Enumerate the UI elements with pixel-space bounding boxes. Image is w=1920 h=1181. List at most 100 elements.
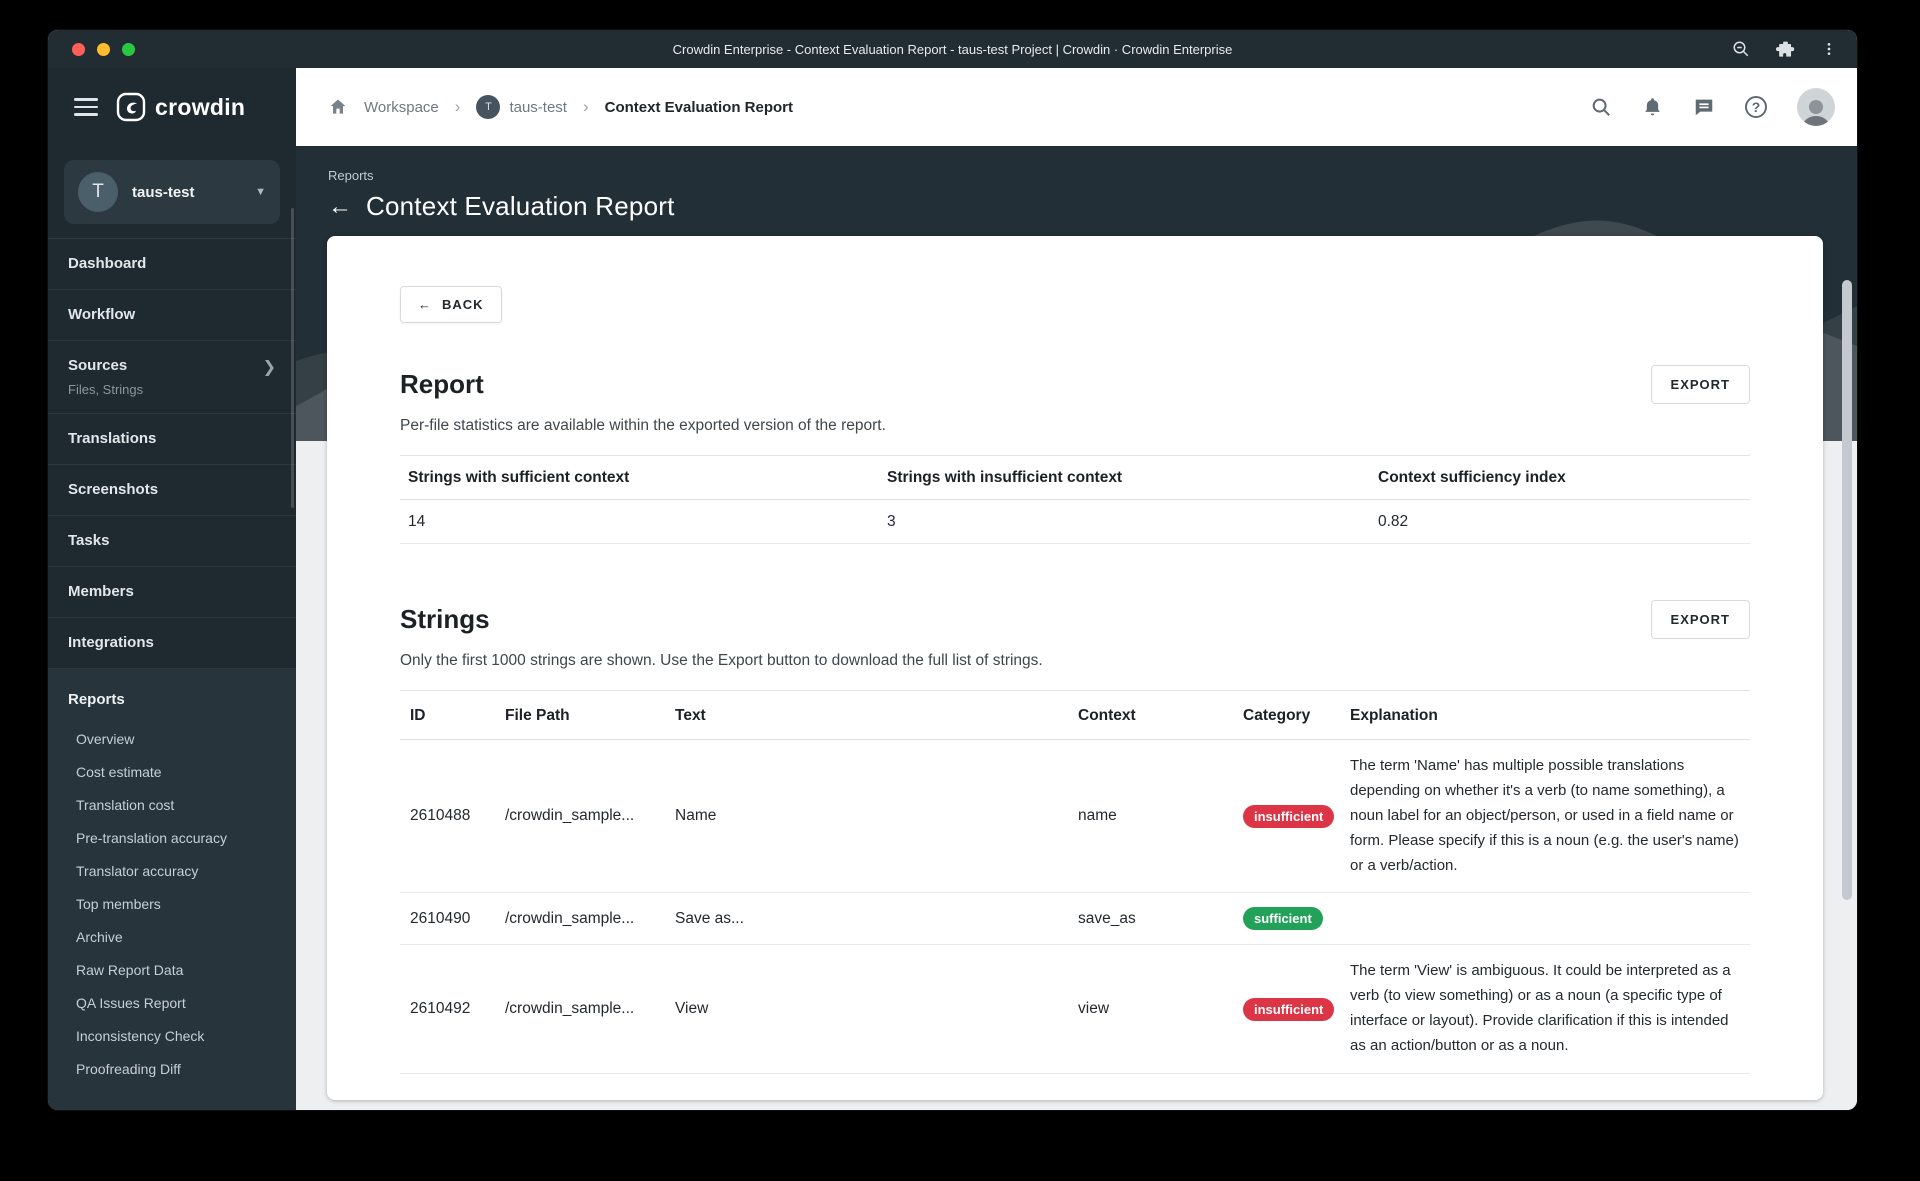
sidebar-item-top-members[interactable]: Top members (48, 887, 296, 920)
app-header: Workspace › T taus-test › Context Evalua… (296, 68, 1857, 146)
sidebar-item-cost-estimate[interactable]: Cost estimate (48, 755, 296, 788)
messages-icon[interactable] (1693, 96, 1715, 118)
stats-col-sufficient: Strings with sufficient context (408, 468, 630, 486)
sidebar-item-translator-accuracy[interactable]: Translator accuracy (48, 854, 296, 887)
report-export-button[interactable]: EXPORT (1650, 365, 1750, 404)
cell-file-path: /crowdin_sample... (505, 1000, 635, 1018)
sidebar-item-inconsistency-check[interactable]: Inconsistency Check (48, 1019, 296, 1052)
close-window-button[interactable] (72, 42, 85, 56)
category-badge: insufficient (1243, 804, 1335, 828)
sidebar-item-pre-translation-accuracy[interactable]: Pre-translation accuracy (48, 821, 296, 854)
sidebar-item-overview[interactable]: Overview (48, 722, 296, 755)
browser-tab-title: Crowdin Enterprise - Context Evaluation … (672, 41, 1233, 57)
sidebar-item-sources[interactable]: Sources ❯ Files, Strings (48, 341, 296, 414)
sidebar-item-archive[interactable]: Archive (48, 920, 296, 953)
category-badge: sufficient (1243, 907, 1323, 931)
sidebar-scrollbar[interactable] (291, 208, 294, 508)
col-file-path: File Path (505, 707, 570, 724)
stats-table-row: 14 3 0.82 (400, 500, 1750, 544)
stat-index-value: 0.82 (1378, 512, 1409, 530)
crowdin-logo-icon (116, 92, 146, 122)
cell-id: 2610492 (410, 1000, 471, 1018)
cell-explanation: The term 'Name' has multiple possible tr… (1350, 757, 1739, 874)
sidebar-item-members[interactable]: Members (48, 567, 296, 618)
sidebar-item-translation-cost[interactable]: Translation cost (48, 788, 296, 821)
sidebar-item-workflow[interactable]: Workflow (48, 290, 296, 341)
zoom-out-icon[interactable] (1732, 40, 1750, 58)
back-arrow-icon: ← (418, 297, 432, 312)
cell-file-path: /crowdin_sample... (505, 909, 635, 927)
sidebar-item-raw-report-data[interactable]: Raw Report Data (48, 953, 296, 986)
col-id: ID (410, 707, 426, 724)
crowdin-logo[interactable]: crowdin (116, 92, 245, 122)
cell-id: 2610490 (410, 909, 471, 927)
table-row: 2610488 /crowdin_sample... Name name ins… (400, 740, 1750, 894)
sidebar-item-translations[interactable]: Translations (48, 414, 296, 465)
menu-icon[interactable] (74, 98, 98, 116)
sidebar-section-reports: Reports Overview Cost estimate Translati… (48, 669, 296, 1110)
cell-file-path: /crowdin_sample... (505, 807, 635, 825)
browser-window: Crowdin Enterprise - Context Evaluation … (48, 30, 1857, 1110)
breadcrumb-workspace[interactable]: Workspace (364, 99, 439, 116)
chevron-right-icon: ❯ (262, 359, 276, 376)
breadcrumb-project-label: taus-test (509, 98, 567, 116)
cell-context: view (1078, 1000, 1110, 1018)
cell-explanation: The term 'View' is ambiguous. It could b… (1350, 962, 1731, 1055)
cell-id: 2610488 (410, 807, 471, 825)
extensions-icon[interactable] (1776, 40, 1795, 59)
chevron-down-icon: ▼ (255, 186, 266, 198)
window-controls[interactable] (48, 42, 135, 56)
breadcrumb-project[interactable]: T taus-test (476, 95, 567, 119)
sidebar-item-screenshots[interactable]: Screenshots (48, 465, 296, 516)
home-icon[interactable] (328, 97, 348, 117)
table-row: 2610492 /crowdin_sample... View view ins… (400, 945, 1750, 1075)
sidebar: crowdin T taus-test ▼ Dashboard Workflow… (48, 68, 296, 1110)
table-row: 2610490 /crowdin_sample... Save as... sa… (400, 893, 1750, 946)
col-context: Context (1078, 707, 1136, 724)
crowdin-logo-text: crowdin (155, 93, 246, 120)
sidebar-item-qa-issues-report[interactable]: QA Issues Report (48, 986, 296, 1019)
report-section-title: Report (400, 369, 484, 399)
cell-text: View (675, 1000, 709, 1018)
category-badge: insufficient (1243, 997, 1335, 1021)
cell-context: save_as (1078, 909, 1136, 927)
stat-insufficient-value: 3 (887, 512, 896, 530)
col-category: Category (1243, 707, 1311, 724)
notifications-bell-icon[interactable] (1642, 96, 1663, 118)
report-section-subtitle: Per-file statistics are available within… (400, 417, 886, 434)
sidebar-item-dashboard[interactable]: Dashboard (48, 239, 296, 290)
back-button[interactable]: ← BACK (400, 286, 502, 323)
stat-sufficient-value: 14 (408, 512, 426, 530)
chevron-right-icon: › (582, 97, 589, 116)
strings-table-header: ID File Path Text Context Category Expla… (400, 691, 1750, 740)
fullscreen-window-button[interactable] (122, 42, 135, 56)
sidebar-item-tasks[interactable]: Tasks (48, 516, 296, 567)
strings-section-title: Strings (400, 604, 490, 634)
minimize-window-button[interactable] (97, 42, 110, 56)
col-explanation: Explanation (1350, 707, 1438, 724)
stats-col-index: Context sufficiency index (1378, 468, 1566, 486)
col-text: Text (675, 707, 706, 724)
search-icon[interactable] (1590, 96, 1612, 118)
user-avatar[interactable] (1797, 88, 1835, 126)
chevron-right-icon: › (454, 97, 461, 116)
strings-export-button[interactable]: EXPORT (1650, 600, 1750, 639)
stats-table-header: Strings with sufficient context Strings … (400, 456, 1750, 500)
sidebar-item-reports[interactable]: Reports (48, 683, 296, 722)
project-selector[interactable]: T taus-test ▼ (64, 160, 280, 224)
sidebar-item-sources-sublabel: Files, Strings (68, 382, 144, 397)
help-icon[interactable]: ? (1745, 96, 1767, 118)
stats-col-insufficient: Strings with insufficient context (887, 468, 1123, 486)
sidebar-item-proofreading-diff[interactable]: Proofreading Diff (48, 1052, 296, 1085)
browser-titlebar: Crowdin Enterprise - Context Evaluation … (48, 30, 1857, 68)
cell-context: name (1078, 807, 1117, 825)
cell-text: Save as... (675, 909, 744, 927)
breadcrumb: Workspace › T taus-test › Context Evalua… (328, 95, 793, 119)
browser-menu-icon[interactable] (1821, 40, 1837, 58)
cell-text: Name (675, 807, 717, 825)
strings-section-subtitle: Only the first 1000 strings are shown. U… (400, 652, 1043, 669)
back-arrow-icon[interactable]: ← (328, 194, 352, 219)
page-eyebrow: Reports (328, 168, 374, 183)
page-scrollbar[interactable] (1842, 280, 1852, 900)
sidebar-item-integrations[interactable]: Integrations (48, 618, 296, 669)
